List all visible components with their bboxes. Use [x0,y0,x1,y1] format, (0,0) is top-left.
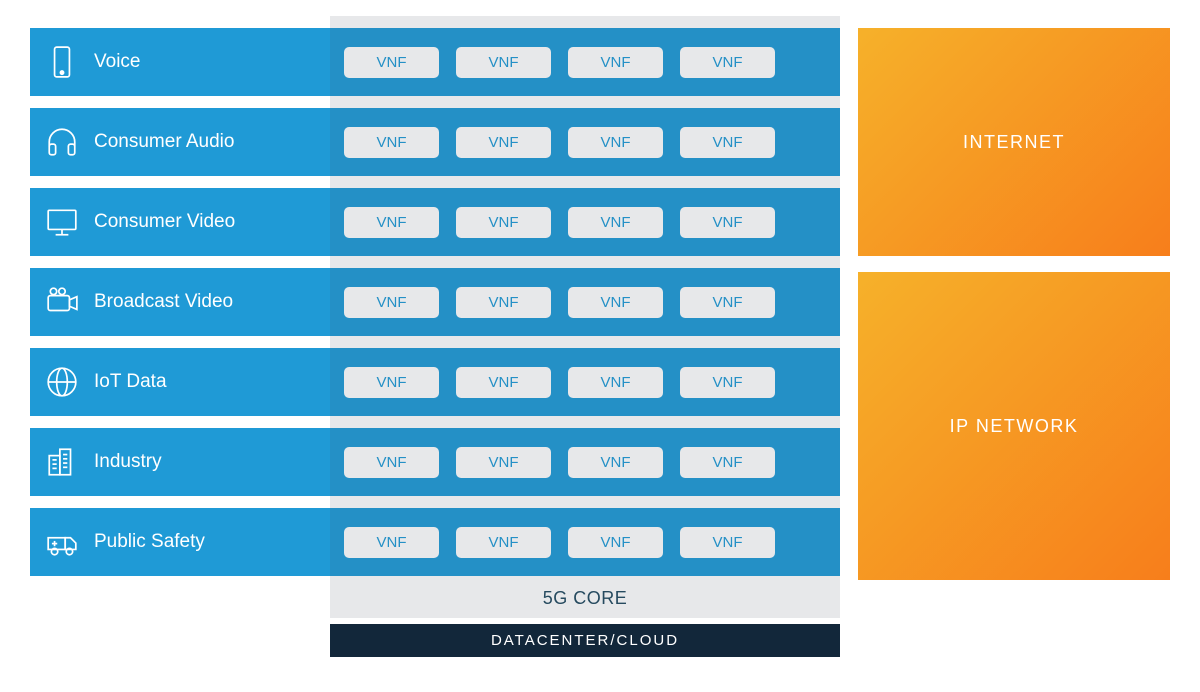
vnf-box: VNF [568,447,663,478]
vnf-box: VNF [680,447,775,478]
vnf-box: VNF [456,287,551,318]
vnf-group: VNF VNF VNF VNF [304,207,775,238]
globe-icon [30,365,94,399]
datacenter-bar: DATACENTER/CLOUD [330,624,840,657]
slice-label: IoT Data [94,371,304,393]
vnf-box: VNF [344,287,439,318]
slice-rows: VoiceVNFVNFVNFVNFConsumer AudioVNFVNFVNF… [30,28,840,576]
vnf-box: VNF [568,207,663,238]
vnf-group: VNF VNF VNF VNF [304,287,775,318]
vnf-box: VNF [568,367,663,398]
vnf-box: VNF [456,127,551,158]
slice-label: Consumer Audio [94,131,304,153]
vnf-box: VNF [456,47,551,78]
ip-network-box: IP NETWORK [858,272,1170,580]
slice-row: Public Safety VNF VNF VNF VNF [30,508,840,576]
vnf-box: VNF [344,527,439,558]
vnf-box: VNF [456,527,551,558]
internet-box: INTERNET [858,28,1170,256]
vnf-box: VNF [344,447,439,478]
vnf-box: VNF [344,367,439,398]
vnf-box: VNF [568,127,663,158]
slice-row: IoT Data VNF VNF VNF VNF [30,348,840,416]
buildings-icon [30,445,94,479]
slice-label: Public Safety [94,531,304,553]
slice-label: Broadcast Video [94,291,304,313]
smartphone-icon [30,45,94,79]
diagram-layout: VoiceVNFVNFVNFVNFConsumer AudioVNFVNFVNF… [30,28,1170,580]
slice-row: Consumer Audio VNF VNF VNF VNF [30,108,840,176]
ambulance-icon [30,525,94,559]
vnf-box: VNF [568,47,663,78]
monitor-icon [30,205,94,239]
vnf-group: VNF VNF VNF VNF [304,447,775,478]
vnf-box: VNF [680,367,775,398]
right-column: INTERNET IP NETWORK [858,28,1170,580]
vnf-box: VNF [680,127,775,158]
left-column: VoiceVNFVNFVNFVNFConsumer AudioVNFVNFVNF… [30,28,840,576]
vnf-box: VNF [456,447,551,478]
headphones-icon [30,125,94,159]
core-label: 5G CORE [330,588,840,609]
camera-icon [30,285,94,319]
slice-row: Voice VNF VNF VNF VNF [30,28,840,96]
slice-label: Voice [94,51,304,73]
slice-row: Consumer Video VNF VNF VNF VNF [30,188,840,256]
vnf-box: VNF [344,127,439,158]
slice-label: Consumer Video [94,211,304,233]
slice-label: Industry [94,451,304,473]
vnf-group: VNF VNF VNF VNF [304,127,775,158]
vnf-group: VNF VNF VNF VNF [304,47,775,78]
slice-row: Industry VNF VNF VNF VNF [30,428,840,496]
vnf-box: VNF [568,287,663,318]
vnf-box: VNF [680,527,775,558]
vnf-box: VNF [456,207,551,238]
vnf-box: VNF [344,47,439,78]
vnf-box: VNF [680,47,775,78]
vnf-box: VNF [680,287,775,318]
vnf-box: VNF [680,207,775,238]
vnf-group: VNF VNF VNF VNF [304,527,775,558]
vnf-box: VNF [344,207,439,238]
vnf-box: VNF [568,527,663,558]
vnf-box: VNF [456,367,551,398]
slice-row: Broadcast Video VNF VNF VNF VNF [30,268,840,336]
vnf-group: VNF VNF VNF VNF [304,367,775,398]
